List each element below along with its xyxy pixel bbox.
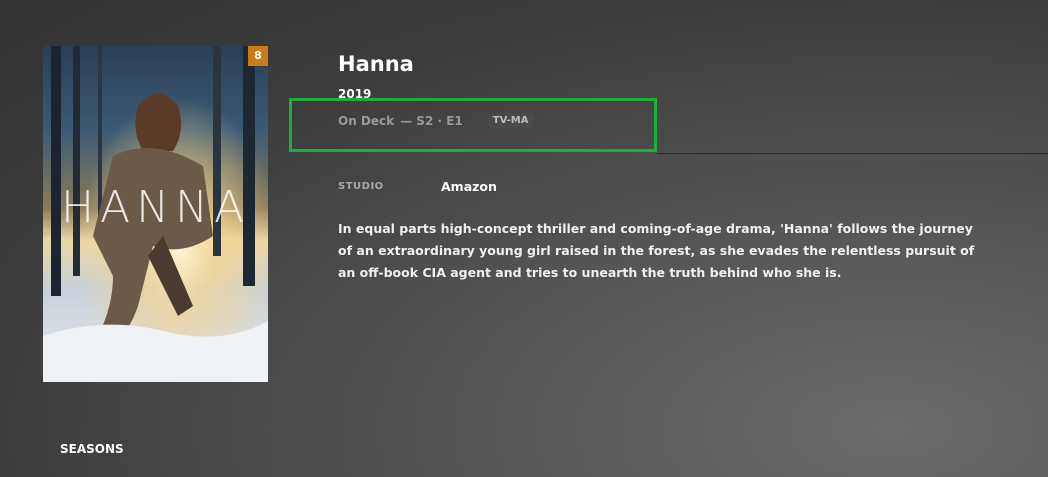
- unwatched-count-badge: 8: [248, 46, 268, 66]
- show-summary: In equal parts high-concept thriller and…: [338, 221, 975, 280]
- studio-label: STUDIO: [338, 181, 384, 192]
- poster-title-art: HANNA: [60, 182, 251, 233]
- seasons-heading: SEASONS: [60, 442, 124, 456]
- header-divider: [657, 153, 1048, 154]
- show-poster[interactable]: HANNA 8: [43, 46, 268, 382]
- studio-value[interactable]: Amazon: [441, 179, 497, 194]
- highlight-box: [289, 98, 657, 152]
- show-title: Hanna: [338, 52, 414, 76]
